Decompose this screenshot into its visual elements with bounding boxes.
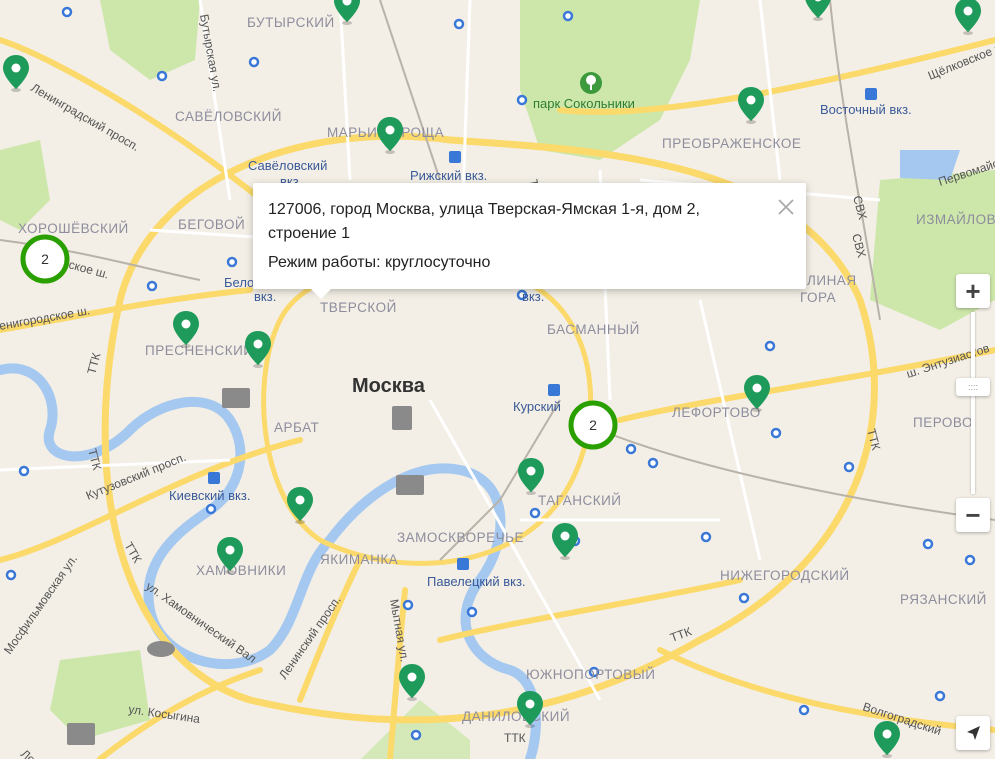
geolocation-button[interactable]	[956, 716, 990, 750]
location-marker[interactable]	[517, 691, 543, 728]
location-marker[interactable]	[518, 458, 544, 495]
location-marker[interactable]	[552, 523, 578, 560]
location-marker[interactable]	[173, 311, 199, 348]
location-marker[interactable]	[245, 331, 271, 368]
zoom-out-button[interactable]: −	[956, 498, 990, 532]
zoom-control: + :::: −	[956, 274, 990, 532]
location-marker[interactable]	[287, 487, 313, 524]
cluster-marker[interactable]: 2	[20, 234, 70, 284]
location-marker[interactable]	[955, 0, 981, 35]
location-marker[interactable]	[399, 664, 425, 701]
popup-hours: Режим работы: круглосуточно	[268, 254, 491, 271]
cluster-count: 2	[41, 251, 49, 267]
zoom-track[interactable]	[971, 312, 975, 494]
popup-address: 127006, город Москва, улица Тверская-Ямс…	[268, 201, 700, 242]
location-marker[interactable]	[334, 0, 360, 25]
zoom-slider-handle[interactable]: ::::	[956, 378, 990, 396]
zoom-in-button[interactable]: +	[956, 274, 990, 308]
location-marker[interactable]	[874, 721, 900, 758]
location-arrow-icon	[967, 726, 980, 740]
address-popup: 127006, город Москва, улица Тверская-Ямс…	[253, 183, 806, 299]
markers-layer: 2 2	[3, 0, 981, 758]
location-marker[interactable]	[805, 0, 831, 21]
cluster-marker[interactable]: 2	[568, 400, 618, 450]
location-marker[interactable]	[744, 375, 770, 412]
close-icon[interactable]	[776, 197, 796, 217]
location-marker[interactable]	[738, 87, 764, 124]
location-marker[interactable]	[377, 117, 403, 154]
cluster-count: 2	[589, 417, 597, 433]
location-marker[interactable]	[217, 537, 243, 574]
location-marker[interactable]	[3, 55, 29, 92]
